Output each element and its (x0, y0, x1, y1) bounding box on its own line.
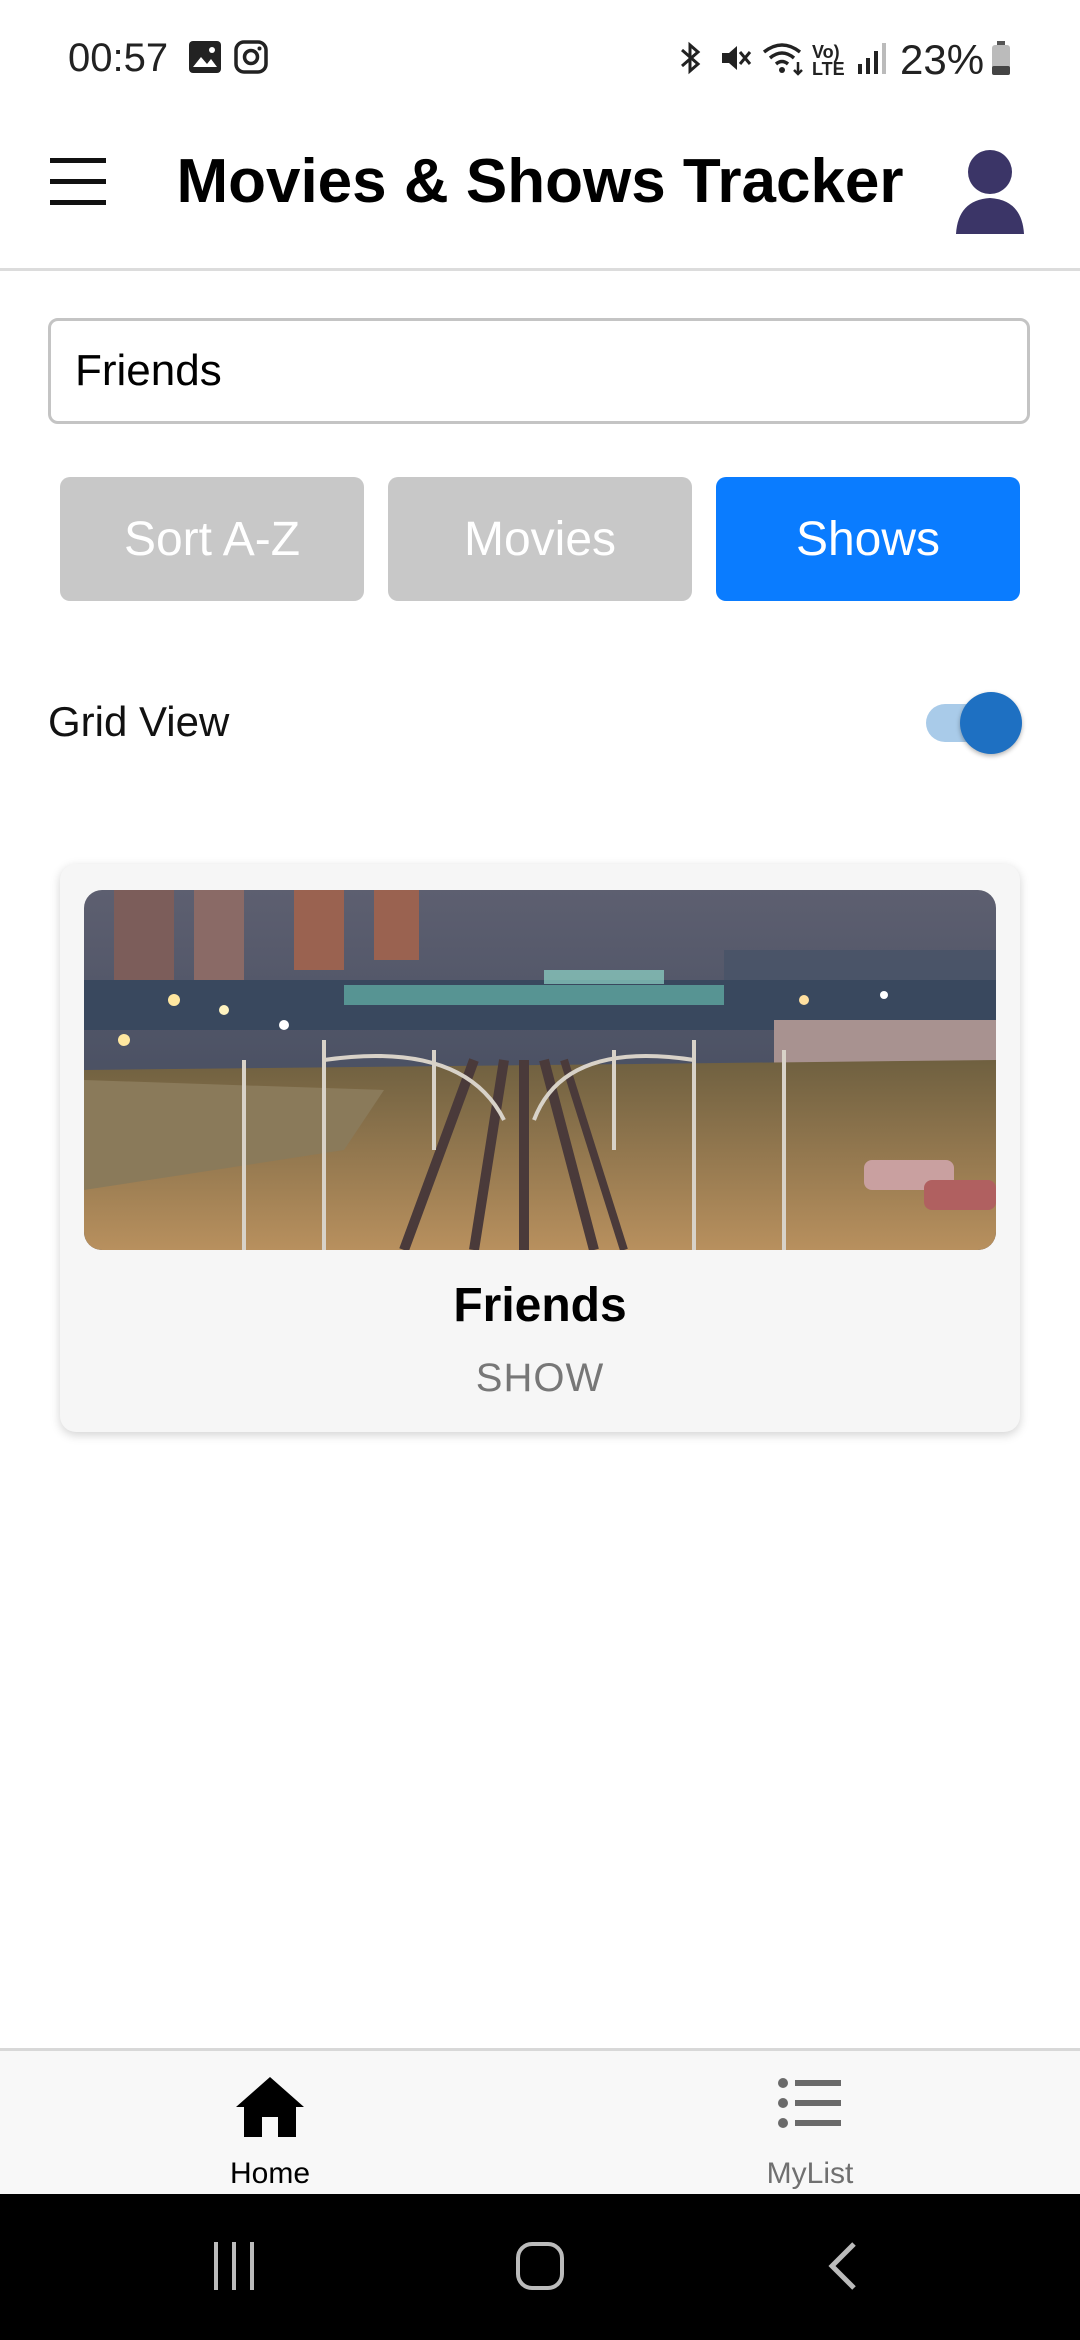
bottom-nav: Home MyList (0, 2048, 1080, 2197)
nav-mylist[interactable]: MyList (540, 2051, 1080, 2197)
card-title: Friends (453, 1279, 627, 1332)
toggle-knob[interactable] (960, 692, 1022, 754)
bluetooth-icon (676, 40, 706, 81)
nav-mylist-label: MyList (766, 2157, 854, 2190)
card-image (84, 890, 996, 1250)
list-icon[interactable] (777, 2073, 843, 2138)
shows-filter-button[interactable]: Shows (716, 477, 1020, 601)
grid-view-label: Grid View (48, 698, 230, 745)
sort-az-button[interactable]: Sort A-Z (60, 477, 364, 601)
home-circle-icon[interactable] (514, 2240, 566, 2297)
wifi-icon (762, 40, 806, 81)
result-card[interactable]: Friends SHOW (60, 864, 1020, 1432)
signal-icon (856, 40, 890, 81)
volte-icon: Vo) LTE (812, 42, 845, 79)
app-title: Movies & Shows Tracker (176, 147, 904, 216)
search-input[interactable] (51, 321, 1027, 421)
nav-home[interactable]: Home (0, 2051, 540, 2197)
nav-home-label: Home (229, 2157, 311, 2190)
profile-icon[interactable] (948, 142, 1032, 242)
system-nav-bar (0, 2194, 1080, 2340)
status-time: 00:57 (68, 36, 169, 80)
back-icon[interactable] (824, 2240, 864, 2297)
recents-icon[interactable] (210, 2240, 260, 2297)
instagram-icon (234, 40, 268, 79)
search-box[interactable] (48, 318, 1030, 424)
movies-filter-button[interactable]: Movies (388, 477, 692, 601)
battery-percent: 23% (900, 36, 985, 83)
card-type: SHOW (475, 1356, 605, 1400)
mute-icon (718, 40, 754, 81)
gallery-icon (188, 40, 222, 79)
home-icon[interactable] (234, 2073, 306, 2144)
battery-icon (990, 40, 1012, 81)
app-header: Movies & Shows Tracker (0, 120, 1080, 271)
status-bar: 00:57 Vo) LTE 23% (0, 0, 1080, 120)
